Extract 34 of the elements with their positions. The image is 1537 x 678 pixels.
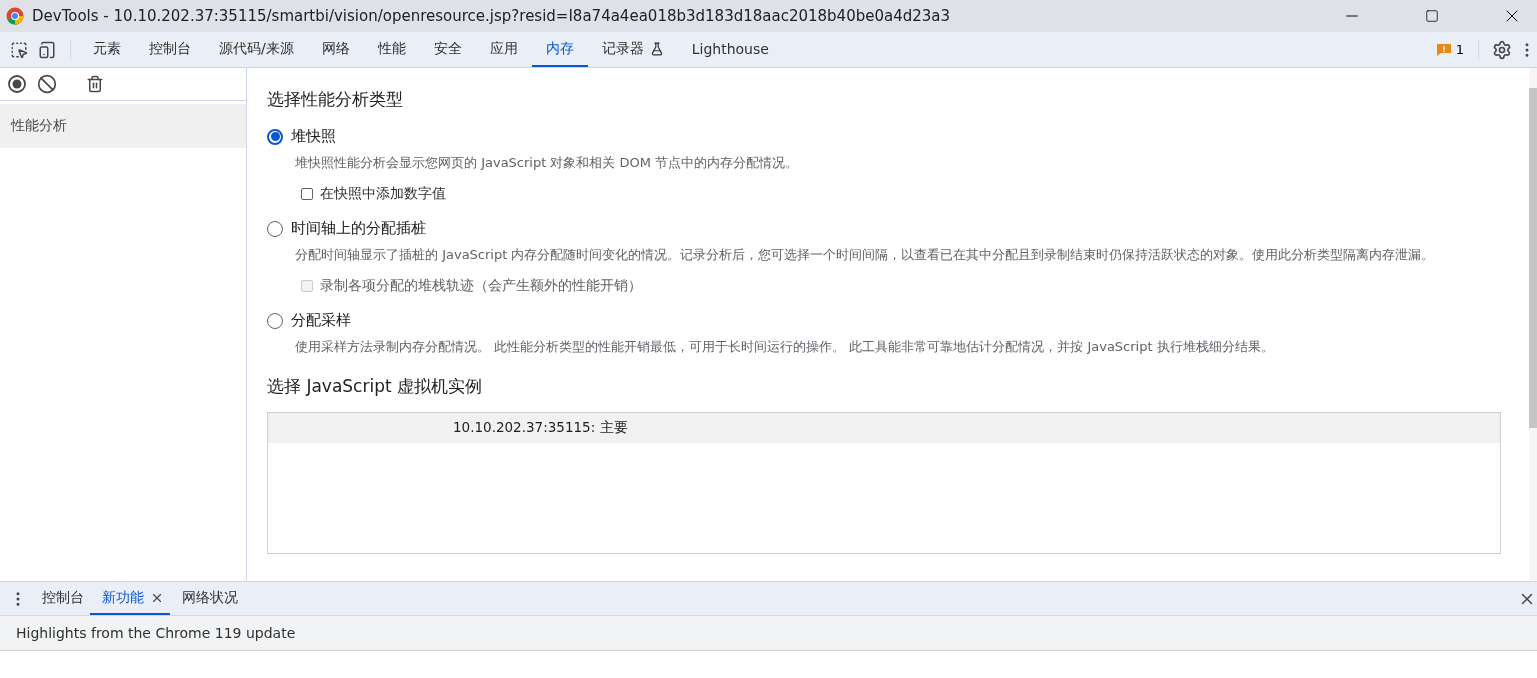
sidebar-item[interactable]: 性能分析 [0,104,246,148]
option-description: 分配时间轴显示了插桩的 JavaScript 内存分配随时间变化的情况。记录分析后，您可选择一个时间间隔，以查看已在其中分配且到录制结束时仍保持活跃状态的对象。使用此分析类型隔离内存泄漏。 [295,246,1436,264]
drawer-tab[interactable]: 控制台 [30,582,90,615]
drawer-tab[interactable]: 网络状况 [170,582,244,615]
radio-label: 分配采样 [291,311,351,330]
panel-tab[interactable]: 元素 [79,32,135,67]
panel-tab[interactable]: 应用 [475,32,532,67]
panel-tab[interactable]: Lighthouse [677,32,783,67]
section-heading: 选择 JavaScript 虚拟机实例 [267,375,484,398]
whats-new-banner: Highlights from the Chrome 119 update [0,615,1537,651]
option-description: 堆快照性能分析会显示您网页的 JavaScript 对象和相关 DOM 节点中的内存分配情况。 [295,154,800,172]
panel-tab[interactable]: 记录器 [587,32,678,67]
panel-tab[interactable]: 控制台 [135,32,205,67]
radio-button[interactable] [267,128,283,145]
checkbox[interactable] [301,188,313,200]
section-heading: 选择性能分析类型 [267,88,404,111]
panel-tab[interactable]: 内存 [531,32,588,67]
maximize-icon[interactable] [1425,9,1439,23]
trash-icon[interactable] [85,75,105,93]
panel-tab[interactable]: 安全 [419,32,476,67]
panel-tab[interactable]: 网络 [307,32,364,67]
panel-tab[interactable]: 源代码/来源 [205,32,308,67]
issues-button[interactable]: 1 [1430,32,1470,67]
scrollbar-thumb[interactable] [1529,88,1537,428]
checkbox-label: 在快照中添加数字值 [320,185,446,203]
browser-logo-icon [6,7,24,25]
panel-tab[interactable]: 性能 [363,32,420,67]
issue-flag-icon [1436,43,1451,56]
option-description: 使用采样方法录制内存分配情况。 此性能分析类型的性能开销最低，可用于长时间运行的操作。 此工具能非常可靠地估计分配情况，并按 JavaScript 执行堆栈细分结果。 [295,338,1275,356]
window-title: DevTools - 10.10.202.37:35115/smartbi/vision/openresource.jsp?resid=I8a74a4ea018b3d183d18aac2018b40be0a4d23a3 [32,7,952,25]
radio-label: 堆快照 [291,127,336,146]
radio-label: 时间轴上的分配插桩 [291,219,426,238]
checkbox-label: 录制各项分配的堆栈轨迹（会产生额外的性能开销） [320,277,642,295]
vm-instance-row[interactable]: 10.10.202.37:35115: 主要 [268,413,1500,443]
